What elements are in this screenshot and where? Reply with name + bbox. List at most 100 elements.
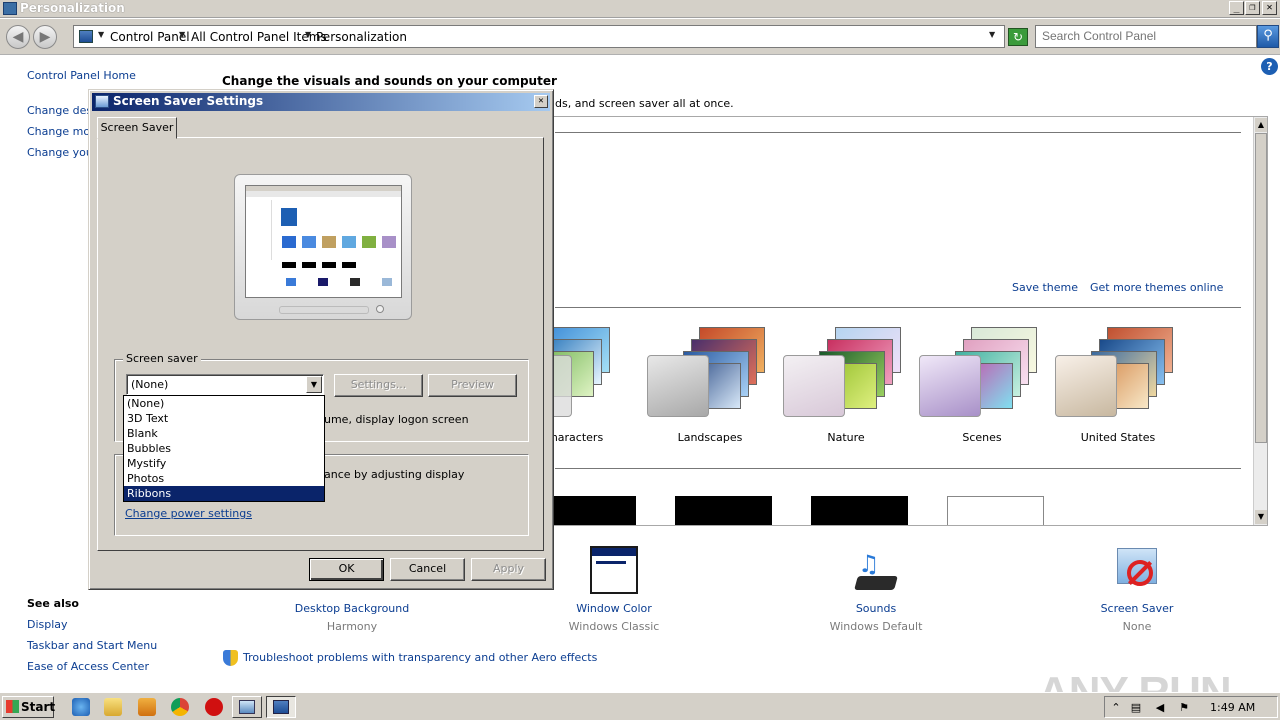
sounds-item[interactable]: ♫ Sounds Windows Default [796,546,956,636]
screen-saver-icon [95,95,109,108]
folder-icon[interactable] [104,698,122,716]
search-icon[interactable]: ⚲ [1257,25,1279,48]
sidebar-link-mouse-pointers[interactable]: Change mou [27,125,97,138]
theme-thumbnail[interactable] [811,496,908,525]
taskbar-personalization-button[interactable] [266,696,296,718]
item-label[interactable]: Screen Saver [1057,602,1217,615]
network-icon[interactable]: ▤ [1129,701,1143,715]
screen-saver-item[interactable]: Screen Saver None [1057,546,1217,636]
search-input[interactable] [1036,26,1236,46]
forward-button[interactable]: ▶ [33,25,57,49]
clock[interactable]: 1:49 AM [1210,701,1255,714]
item-label[interactable]: Window Color [534,602,694,615]
flag-icon[interactable]: ⚑ [1177,701,1191,715]
dialog-title: Screen Saver Settings [113,94,264,108]
close-button[interactable]: ✕ [1262,1,1277,15]
sounds-icon: ♫ [852,546,900,594]
theme-thumbnail [917,327,1047,425]
scroll-down-icon[interactable]: ▼ [1255,510,1267,524]
volume-icon[interactable]: ◀ [1153,701,1167,715]
change-power-settings-link[interactable]: Change power settings [125,507,252,520]
logon-checkbox-label[interactable]: ume, display logon screen [324,413,469,426]
dropdown-option[interactable]: Blank [124,426,324,441]
item-label[interactable]: Sounds [796,602,956,615]
window-color-item[interactable]: Window Color Windows Classic [534,546,694,636]
control-panel-home-link[interactable]: Control Panel Home [27,69,136,82]
start-label: Start [21,700,56,714]
theme-thumbnail[interactable] [553,496,636,525]
refresh-button[interactable]: ↻ [1008,28,1028,46]
chrome-icon[interactable] [171,698,189,716]
window-title: Personalization [20,1,125,15]
opera-icon[interactable] [205,698,223,716]
page-heading: Change the visuals and sounds on your co… [222,74,557,88]
address-toolbar: ◀ ▶ ▼ Control Panel ▼ All Control Panel … [0,19,1280,55]
tab-screen-saver[interactable]: Screen Saver [97,117,177,139]
apply-button[interactable]: Apply [471,558,546,581]
theme-thumbnail[interactable] [947,496,1044,525]
chevron-right-icon[interactable]: ▼ [305,30,311,39]
taskbar: Start ⌃ ▤ ◀ ⚑ 1:49 AM [0,692,1280,720]
see-also-display-link[interactable]: Display [27,618,68,631]
theme-nature[interactable]: Nature [781,327,911,447]
dialog-close-button[interactable]: ✕ [534,95,548,108]
screen-saver-select[interactable]: (None) ▼ [126,374,324,395]
breadcrumb-personalization[interactable]: Personalization [316,30,407,44]
get-more-themes-link[interactable]: Get more themes online [1090,281,1223,294]
theme-landscapes[interactable]: Landscapes [645,327,775,447]
theme-united-states[interactable]: United States [1053,327,1183,447]
taskbar-app-button[interactable] [232,696,262,718]
see-also-heading: See also [27,597,79,610]
help-icon[interactable]: ? [1261,58,1278,75]
internet-explorer-icon[interactable] [72,698,90,716]
start-button[interactable]: Start [2,696,56,718]
chevron-down-icon[interactable]: ▼ [989,30,995,39]
save-theme-link[interactable]: Save theme [1012,281,1078,294]
see-also-ease-of-access-link[interactable]: Ease of Access Center [27,660,149,673]
theme-list[interactable]: Save theme Get more themes online haract… [540,116,1268,526]
power-description: ance by adjusting display [324,468,465,481]
see-also-taskbar-link[interactable]: Taskbar and Start Menu [27,639,157,652]
chevron-down-icon[interactable]: ▼ [306,376,322,393]
theme-thumbnail [781,327,911,425]
theme-list-scrollbar[interactable]: ▲ ▼ [1253,117,1267,525]
minimize-button[interactable]: _ [1229,1,1244,15]
preview-button[interactable]: Preview [428,374,517,397]
dropdown-option[interactable]: (None) [124,396,324,411]
ok-button[interactable]: OK [309,558,384,581]
scroll-thumb[interactable] [1255,133,1267,443]
item-value: Windows Default [829,620,923,633]
sidebar-link-account-picture[interactable]: Change your [27,146,97,159]
item-label[interactable]: Desktop Background [272,602,432,615]
theme-thumbnail [1053,327,1183,425]
chevron-up-icon[interactable]: ⌃ [1109,701,1123,715]
item-value: Windows Classic [568,620,660,633]
back-button[interactable]: ◀ [6,25,30,49]
theme-scenes[interactable]: Scenes [917,327,1047,447]
control-panel-icon [3,2,17,15]
screen-saver-icon [1113,546,1161,594]
chevron-right-icon[interactable]: ▼ [179,30,185,39]
scroll-up-icon[interactable]: ▲ [1255,118,1267,132]
dropdown-option[interactable]: Bubbles [124,441,324,456]
selected-value: (None) [131,378,169,391]
chevron-right-icon[interactable]: ▼ [98,30,104,39]
settings-button[interactable]: Settings... [334,374,423,397]
dropdown-option[interactable]: Mystify [124,456,324,471]
media-player-icon[interactable] [138,698,156,716]
power-led-icon [376,305,384,313]
dropdown-option[interactable]: 3D Text [124,411,324,426]
search-field[interactable] [1035,25,1257,48]
item-value: None [1122,620,1152,633]
theme-name: Landscapes [677,431,743,444]
dropdown-option-highlighted[interactable]: Ribbons [124,486,324,501]
breadcrumb-control-panel[interactable]: Control Panel [110,30,190,44]
theme-thumbnail[interactable] [675,496,772,525]
address-bar[interactable]: ▼ Control Panel ▼ All Control Panel Item… [73,25,1005,48]
maximize-button[interactable]: ❐ [1245,1,1260,15]
cancel-button[interactable]: Cancel [390,558,465,581]
dropdown-option[interactable]: Photos [124,471,324,486]
dialog-titlebar: Screen Saver Settings ✕ [92,93,550,111]
screen-saver-dropdown-list[interactable]: (None) 3D Text Blank Bubbles Mystify Pho… [123,395,325,502]
troubleshoot-link[interactable]: Troubleshoot problems with transparency … [243,651,597,664]
